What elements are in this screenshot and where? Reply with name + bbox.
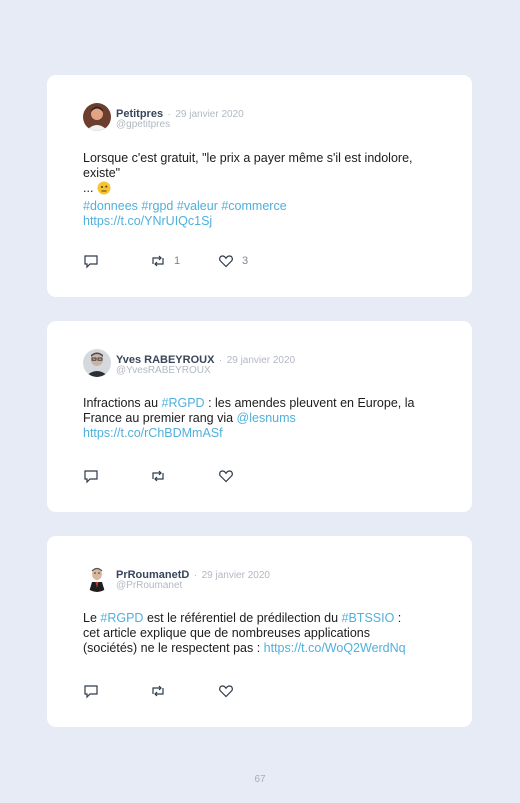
heart-icon — [219, 685, 233, 698]
like-count: 3 — [242, 255, 249, 267]
hashtag-link[interactable]: #RGPD — [162, 396, 205, 410]
text-line: Lorsque c'est gratuit, "le prix a payer … — [83, 151, 413, 165]
hashtags: #donnees #rgpd #valeur #commerce — [83, 199, 443, 214]
separator: · — [193, 570, 198, 581]
text-segment: : — [394, 611, 402, 625]
text-line: existe" — [83, 166, 121, 180]
tweet-card: PrRoumanetD · 29 janvier 2020 @PrRoumane… — [47, 536, 472, 727]
retweet-button[interactable]: 1 — [150, 253, 180, 269]
tweet-url[interactable]: https://t.co/rChBDMmASf — [83, 426, 443, 441]
reply-icon — [84, 255, 98, 269]
page-number: 67 — [254, 774, 266, 785]
like-button[interactable]: 3 — [218, 253, 248, 269]
avatar[interactable] — [83, 103, 111, 131]
reply-button[interactable] — [83, 683, 99, 699]
like-button[interactable] — [218, 683, 234, 699]
text-segment: France au premier rang via — [83, 411, 237, 425]
tweet-url[interactable]: https://t.co/WoQ2WerdNq — [264, 641, 406, 655]
hashtag-link[interactable]: #commerce — [221, 199, 286, 213]
retweet-icon — [152, 685, 164, 697]
text-line: (sociétés) ne le respectent pas : https:… — [83, 641, 443, 656]
reply-button[interactable] — [83, 468, 99, 484]
ellipsis: ... — [83, 181, 94, 195]
avatar[interactable] — [83, 564, 111, 592]
text-line: Le #RGPD est le référentiel de prédilect… — [83, 611, 443, 626]
tweet-text: Le #RGPD est le référentiel de prédilect… — [83, 611, 443, 656]
reply-icon — [84, 470, 98, 484]
tweet-url[interactable]: https://t.co/YNrUIQc1Sj — [83, 214, 443, 229]
hashtag-link[interactable]: #BTSSIO — [342, 611, 395, 625]
tweet-date[interactable]: 29 janvier 2020 — [227, 355, 295, 366]
tweet-card: Yves RABEYROUX · 29 janvier 2020 @YvesRA… — [47, 321, 472, 512]
text-line: Infractions au #RGPD : les amendes pleuv… — [83, 396, 443, 411]
mention-link[interactable]: @lesnums — [237, 411, 296, 425]
avatar[interactable] — [83, 349, 111, 377]
retweet-button[interactable] — [150, 683, 166, 699]
author-handle[interactable]: @PrRoumanet — [116, 580, 182, 591]
text-segment: : les amendes pleuvent en Europe, la — [204, 396, 415, 410]
reply-icon — [84, 685, 98, 699]
tweet-text: Lorsque c'est gratuit, "le prix a payer … — [83, 151, 443, 229]
hashtag-link[interactable]: #donnees — [83, 199, 138, 213]
retweet-count: 1 — [174, 255, 181, 267]
separator: · — [218, 355, 223, 366]
text-segment: Le — [83, 611, 101, 625]
reply-button[interactable] — [83, 253, 99, 269]
text-line: ... — [83, 181, 443, 199]
text-segment: Infractions au — [83, 396, 162, 410]
tweet-text: Infractions au #RGPD : les amendes pleuv… — [83, 396, 443, 441]
heart-icon — [219, 255, 233, 268]
tweet-date[interactable]: 29 janvier 2020 — [202, 570, 270, 581]
retweet-icon — [152, 470, 164, 482]
tweet-card: Petitpres · 29 janvier 2020 @gpetitpres … — [47, 75, 472, 297]
author-handle[interactable]: @gpetitpres — [116, 119, 170, 130]
hashtag-link[interactable]: #valeur — [177, 199, 218, 213]
retweet-icon — [152, 255, 164, 267]
tweet-date[interactable]: 29 janvier 2020 — [175, 109, 243, 120]
hashtag-link[interactable]: #RGPD — [100, 611, 143, 625]
text-line: cet article explique que de nombreuses a… — [83, 626, 370, 640]
text-segment: est le référentiel de prédilection du — [143, 611, 342, 625]
like-button[interactable] — [218, 468, 234, 484]
heart-icon — [219, 470, 233, 483]
retweet-button[interactable] — [150, 468, 166, 484]
author-handle[interactable]: @YvesRABEYROUX — [116, 365, 211, 376]
hashtag-link[interactable]: #rgpd — [141, 199, 173, 213]
text-segment: (sociétés) ne le respectent pas : — [83, 641, 264, 655]
text-line: France au premier rang via @lesnums — [83, 411, 443, 426]
emoji — [97, 181, 111, 199]
